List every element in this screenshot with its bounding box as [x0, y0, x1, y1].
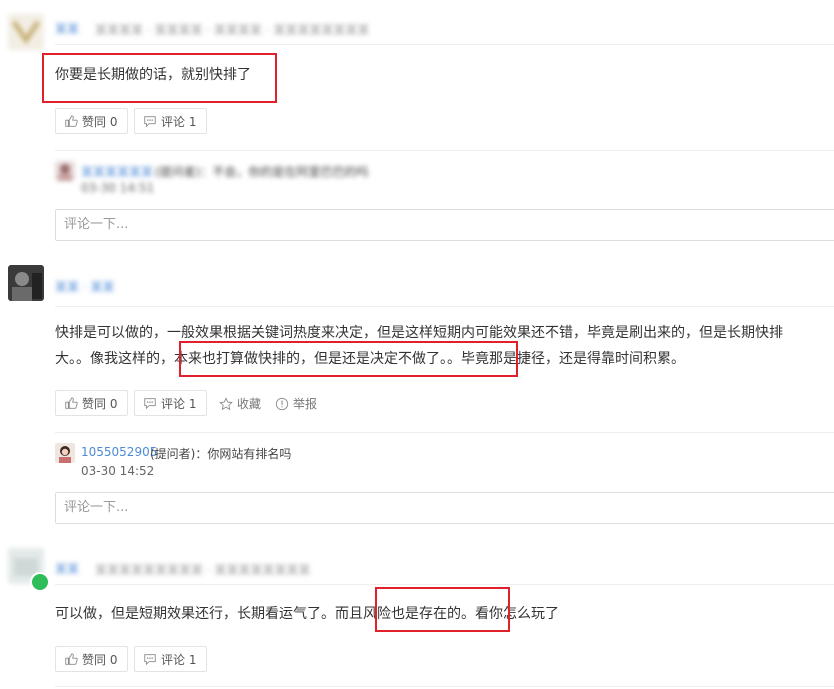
- comment-input[interactable]: 评论一下...: [55, 492, 834, 524]
- reply-text: (提问者)：你网站有排名吗: [150, 447, 292, 461]
- alert-icon: [275, 397, 289, 410]
- comment-icon: [144, 116, 156, 128]
- verified-badge-icon: [30, 572, 50, 592]
- divider: [55, 150, 834, 151]
- thumbs-up-icon: [65, 653, 78, 665]
- comment-label: 评论 1: [161, 396, 197, 411]
- divider: [55, 306, 834, 307]
- user-name[interactable]: 某某 · 某某: [55, 278, 114, 295]
- user-avatar[interactable]: [8, 265, 44, 305]
- reply-avatar[interactable]: [55, 443, 75, 467]
- divider: [55, 584, 834, 585]
- report-button[interactable]: 举报: [275, 395, 317, 412]
- answer-content-line-2: 大。。像我这样的，本来也打算做快排的，但是还是决定不做了。。毕竟那是捷径，还是得…: [55, 351, 685, 367]
- user-name[interactable]: 某某: [55, 560, 79, 577]
- star-icon: [219, 396, 233, 410]
- comment-label: 评论 1: [161, 114, 197, 129]
- user-name[interactable]: 某某: [55, 20, 79, 37]
- agree-label: 赞同 0: [82, 652, 118, 667]
- divider: [55, 44, 834, 45]
- reply-text: (提问者)：不会，你的是在阿里巴巴的吗: [155, 165, 369, 179]
- comment-button[interactable]: 评论 1: [134, 390, 208, 416]
- comment-input[interactable]: 评论一下...: [55, 209, 834, 241]
- comment-icon: [144, 398, 156, 410]
- divider: [55, 686, 834, 687]
- favorite-button[interactable]: 收藏: [219, 395, 261, 412]
- user-meta: 某某某某 · 某某某某 · 某某某某 · 某某某某某某某某: [95, 23, 370, 37]
- comment-button[interactable]: 评论 1: [134, 108, 208, 134]
- report-label: 举报: [293, 397, 318, 411]
- reply-avatar[interactable]: [55, 161, 75, 185]
- reply-user-name[interactable]: 某某某某某某: [81, 163, 153, 180]
- comment-button[interactable]: 评论 1: [134, 646, 208, 672]
- thumbs-up-icon: [65, 115, 78, 127]
- answer-content-line-1: 快排是可以做的，一般效果根据关键词热度来决定，但是这样短期内可能效果还不错，毕竟…: [55, 325, 783, 341]
- reply-time: 03-30 14:51: [81, 181, 155, 195]
- reply-user-name[interactable]: 1055052905: [81, 445, 157, 459]
- reply-time: 03-30 14:52: [81, 464, 155, 478]
- comment-icon: [144, 654, 156, 666]
- answer-content: 你要是长期做的话，就别快排了: [55, 67, 251, 83]
- agree-button[interactable]: 赞同 0: [55, 646, 129, 672]
- user-meta: 某某某某某某某某某 · 某某某某某某某某: [95, 563, 311, 577]
- favorite-label: 收藏: [237, 397, 262, 411]
- agree-label: 赞同 0: [82, 114, 118, 129]
- thumbs-up-icon: [65, 397, 78, 409]
- divider: [55, 432, 834, 433]
- answer-content: 可以做，但是短期效果还行，长期看运气了。而且风险也是存在的。看你怎么玩了: [55, 606, 559, 622]
- comment-label: 评论 1: [161, 652, 197, 667]
- agree-button[interactable]: 赞同 0: [55, 108, 129, 134]
- agree-button[interactable]: 赞同 0: [55, 390, 129, 416]
- user-avatar[interactable]: [8, 14, 44, 54]
- agree-label: 赞同 0: [82, 396, 118, 411]
